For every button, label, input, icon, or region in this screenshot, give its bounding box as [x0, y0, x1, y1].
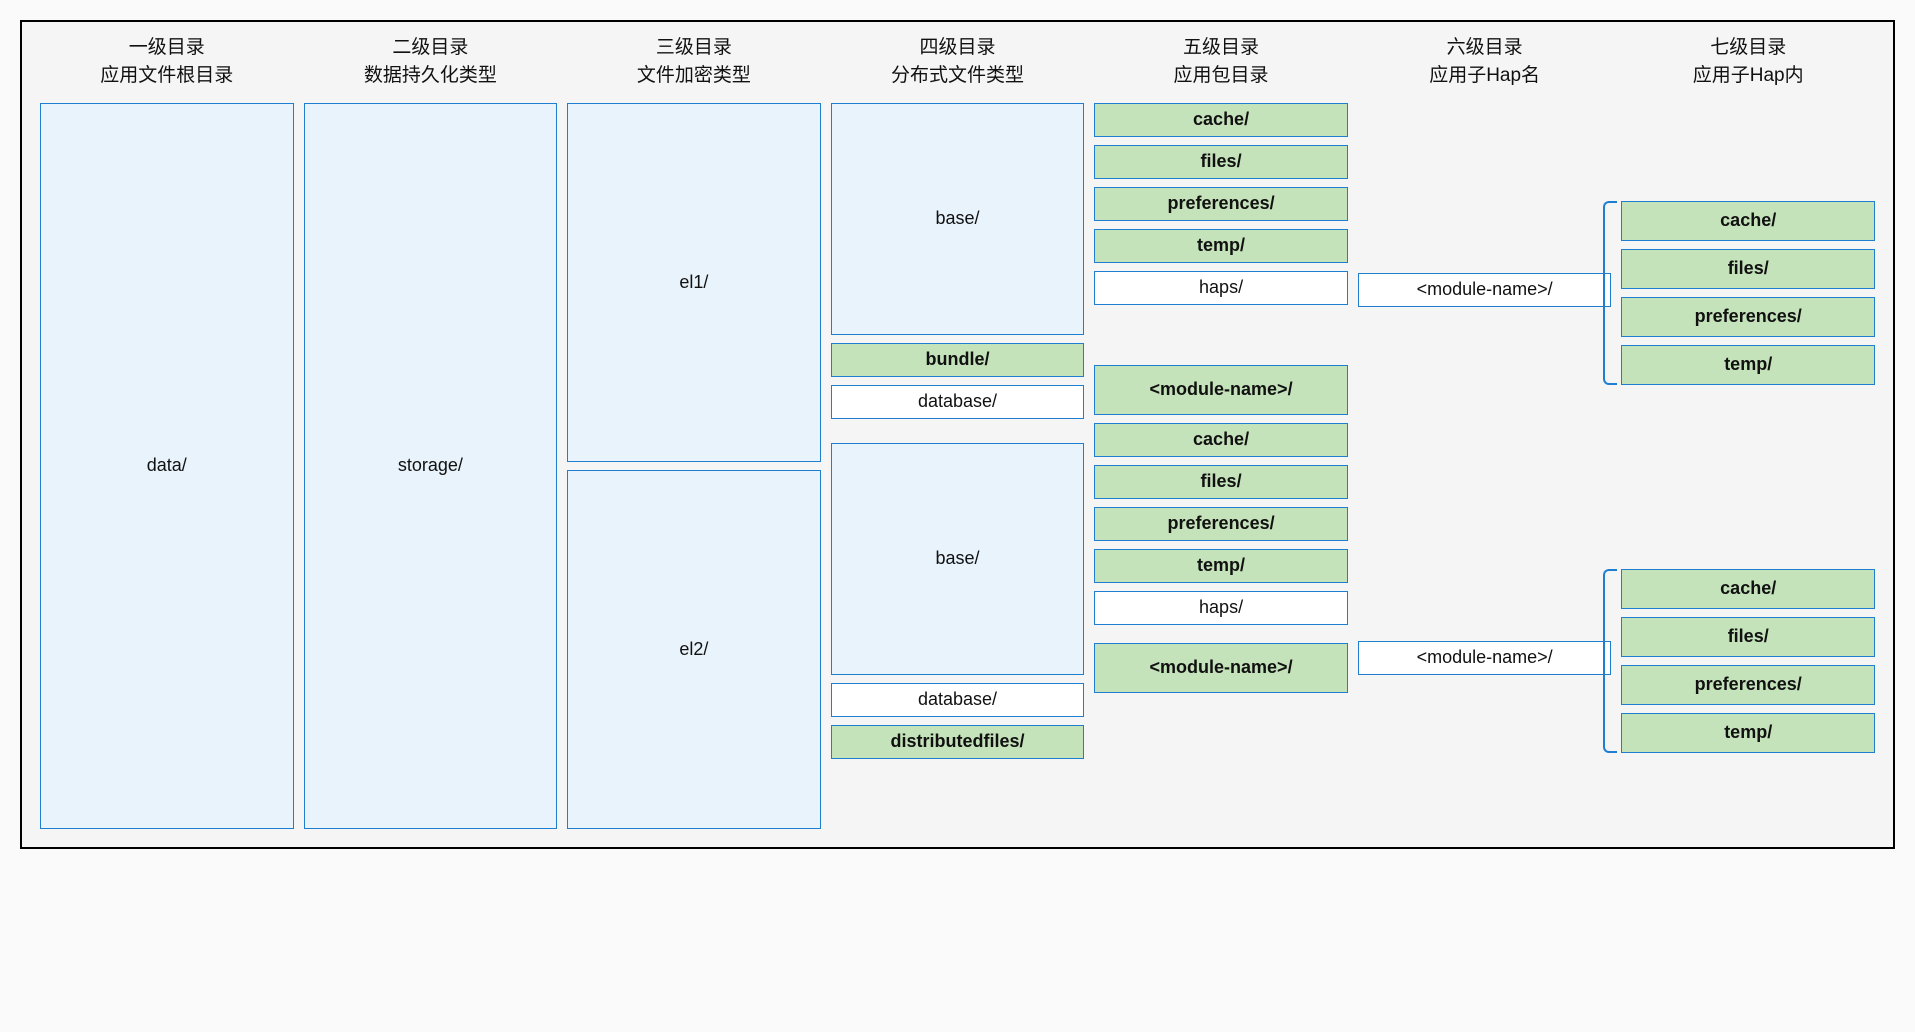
brace-icon [1603, 569, 1617, 753]
spacer [831, 427, 1085, 435]
header-level-2: 二级目录数据持久化类型 [304, 34, 558, 89]
dir-module-name-db-el2: <module-name>/ [1094, 643, 1348, 693]
dir-bundle: bundle/ [831, 343, 1085, 377]
dir-distributedfiles: distributedfiles/ [831, 725, 1085, 759]
dir-hap-cache-el1: cache/ [1621, 201, 1875, 241]
dir-database-el2: database/ [831, 683, 1085, 717]
dir-module-name-db-el1: <module-name>/ [1094, 365, 1348, 415]
dir-temp-el2: temp/ [1094, 549, 1348, 583]
dir-hap-files-el1: files/ [1621, 249, 1875, 289]
diagram-grid: data/ storage/ el1/ el2/ base/ bundle/ d… [40, 103, 1875, 829]
column-level-6: <module-name>/ <module-name>/ [1358, 103, 1612, 829]
column-level-1: data/ [40, 103, 294, 829]
column-level-4: base/ bundle/ database/ base/ database/ … [831, 103, 1085, 829]
column-level-7: cache/ files/ preferences/ temp/ cache/ … [1621, 103, 1875, 829]
header-level-5: 五级目录应用包目录 [1094, 34, 1348, 89]
dir-cache-el1: cache/ [1094, 103, 1348, 137]
dir-haps-el1: haps/ [1094, 271, 1348, 305]
diagram-frame: 一级目录应用文件根目录 二级目录数据持久化类型 三级目录文件加密类型 四级目录分… [20, 20, 1895, 849]
dir-hap-preferences-el1: preferences/ [1621, 297, 1875, 337]
dir-module-name-el1: <module-name>/ [1358, 273, 1612, 307]
dir-el1: el1/ [567, 103, 821, 462]
header-level-3: 三级目录文件加密类型 [567, 34, 821, 89]
dir-cache-el2: cache/ [1094, 423, 1348, 457]
dir-hap-files-el2: files/ [1621, 617, 1875, 657]
dir-hap-temp-el2: temp/ [1621, 713, 1875, 753]
dir-database-el1: database/ [831, 385, 1085, 419]
dir-haps-el2: haps/ [1094, 591, 1348, 625]
dir-base-el1: base/ [831, 103, 1085, 335]
header-level-4: 四级目录分布式文件类型 [831, 34, 1085, 89]
dir-hap-preferences-el2: preferences/ [1621, 665, 1875, 705]
dir-base-el2: base/ [831, 443, 1085, 675]
spacer [1094, 313, 1348, 357]
dir-preferences-el1: preferences/ [1094, 187, 1348, 221]
hap-contents-el2: cache/ files/ preferences/ temp/ [1621, 569, 1875, 753]
dir-hap-temp-el1: temp/ [1621, 345, 1875, 385]
header-level-1: 一级目录应用文件根目录 [40, 34, 294, 89]
header-level-7: 七级目录应用子Hap内 [1621, 34, 1875, 89]
hap-contents-el1: cache/ files/ preferences/ temp/ [1621, 201, 1875, 385]
column-level-5: cache/ files/ preferences/ temp/ haps/ <… [1094, 103, 1348, 829]
module-group-el2: <module-name>/ [1358, 641, 1612, 675]
dir-files-el1: files/ [1094, 145, 1348, 179]
dir-hap-cache-el2: cache/ [1621, 569, 1875, 609]
dir-preferences-el2: preferences/ [1094, 507, 1348, 541]
module-group-el1: <module-name>/ [1358, 273, 1612, 307]
dir-temp-el1: temp/ [1094, 229, 1348, 263]
dir-storage: storage/ [304, 103, 558, 829]
brace-icon [1603, 201, 1617, 385]
spacer [1094, 633, 1348, 635]
dir-files-el2: files/ [1094, 465, 1348, 499]
column-level-3: el1/ el2/ [567, 103, 821, 829]
dir-module-name-el2: <module-name>/ [1358, 641, 1612, 675]
dir-el2: el2/ [567, 470, 821, 829]
header-row: 一级目录应用文件根目录 二级目录数据持久化类型 三级目录文件加密类型 四级目录分… [40, 34, 1875, 89]
dir-data: data/ [40, 103, 294, 829]
header-level-6: 六级目录应用子Hap名 [1358, 34, 1612, 89]
column-level-2: storage/ [304, 103, 558, 829]
